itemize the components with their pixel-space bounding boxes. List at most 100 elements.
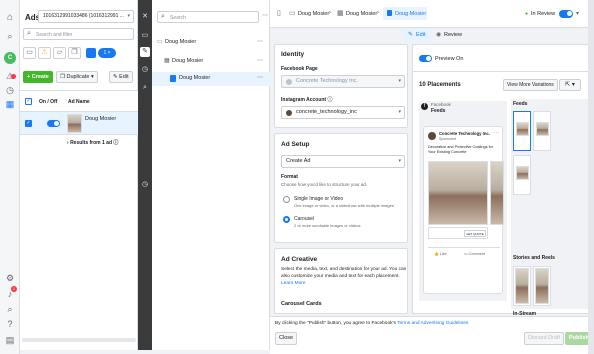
tree-item-campaign[interactable]: ▭ Doug Mosier ⋯ [152,36,270,50]
more-icon[interactable]: ⋯ [257,74,263,81]
row-ad-name[interactable]: Doug Mosier [85,116,116,122]
help-icon[interactable]: ? [4,318,16,330]
placements-stories-label: Stories and Reels [513,255,555,261]
fb-page-value: Concrete Technology Inc. [296,78,358,84]
more-icon[interactable]: ⋯ [257,38,263,45]
chevron-right-icon: › [67,140,69,146]
feed-platform: Facebook [431,102,451,107]
filter-count-badge[interactable]: 1 × [98,48,116,58]
settings-icon[interactable]: ⚙ [4,272,16,284]
results-label: Results from 1 ad [70,140,113,146]
history-icon[interactable]: ◷ [4,84,16,96]
table-row[interactable]: ✓ Doug Mosier [20,112,138,135]
placement-thumb-fb-stories[interactable] [513,266,531,306]
feed-preview-area: f Facebook Feeds Concrete Technology Inc… [419,101,507,301]
alert-badge [11,74,16,79]
page-avatar [286,79,292,85]
search-icon: ⌕ [27,30,31,37]
clock-icon[interactable]: ◷ [140,65,150,75]
breadcrumb-adset[interactable]: Doug Mosier [346,11,377,17]
instagram-account-select[interactable]: concrete_technology_inc ▾ [281,106,405,119]
feed-placement: Feeds [431,108,446,114]
tree-item-ad[interactable]: Doug Mosier ⋯ [152,72,270,86]
close-icon[interactable]: ✕ [140,12,150,22]
warning-icon[interactable]: ⚠ [38,47,51,59]
fb-page-label: Facebook Page [281,66,318,72]
breadcrumb-ad[interactable]: Doug Mosier [383,7,427,20]
tree-search-input[interactable]: ⌕ Search [157,11,259,23]
ad-creative-title: Ad Creative [281,256,318,263]
placement-thumb-marketplace[interactable] [513,155,531,195]
tab-review[interactable]: ◉ Review [433,28,465,42]
report-icon[interactable]: ▤ [4,334,16,346]
search-icon[interactable]: ⌕ [4,30,16,42]
learn-more-link[interactable]: Learn More [281,281,306,286]
ad-setup-section: Ad Setup Create Ad ▾ Format Choose how y… [274,133,408,243]
tree-search-placeholder: Search [170,15,186,21]
chevron-right-icon: › [377,10,379,16]
col-onoff: On / Off [39,99,58,105]
edit-button[interactable]: ✎ Edit [109,71,133,83]
page-avatar [428,132,436,140]
grid-icon[interactable]: ▦ [4,98,16,110]
zoom-icon[interactable]: ⌕ [140,83,150,93]
more-icon[interactable]: ⋯ [262,12,268,19]
more-icon[interactable]: ⋯ [257,57,263,64]
tree-item-adset[interactable]: ▦ Doug Mosier ⋯ [152,55,270,69]
format-carousel-title: Carousel [294,216,315,222]
tab-edit-label: Edit [416,32,426,38]
preview-toggle[interactable] [419,55,432,62]
export-preview-button[interactable]: ⇱ ▾ [559,79,581,91]
breadcrumb-campaign[interactable]: Doug Mosier [298,11,329,17]
account-select[interactable]: 1016312991033486 (1016312991 ... ▾ [38,10,134,23]
search-placeholder: Search and filter [36,32,73,38]
terms-link[interactable]: Terms and Advertising Guidelines [397,321,468,326]
post-text: Decorative and Protective Coatings for Y… [428,145,494,154]
account-avatar[interactable]: C [4,52,16,64]
panel-toggle-icon[interactable]: ▯ [277,9,281,17]
publish-notice: By clicking the "Publish" button, you ag… [275,321,468,326]
facebook-page-select[interactable]: Concrete Technology Inc. ▾ [281,75,405,88]
format-label: Format [281,174,298,180]
placement-thumb-fb-feed[interactable] [513,111,531,151]
pencil-icon[interactable]: ✎ [140,47,150,57]
status-toggle[interactable] [559,10,573,18]
ad-icon [170,75,176,82]
folder-icon[interactable]: ▭ [140,31,150,41]
tab-edit[interactable]: ✎ Edit [404,28,431,42]
ad-setup-select[interactable]: Create Ad ▾ [281,155,405,168]
chevron-down-icon: ▾ [398,158,401,164]
ad-thumbnail [67,114,82,133]
format-carousel-radio[interactable] [283,216,290,223]
window-scrollbar[interactable] [588,0,594,354]
comment-label: Comment [468,252,486,256]
create-button[interactable]: + Create [23,71,53,83]
search-icon: ⌕ [161,13,165,20]
format-single-desc: One image or video, or a slideshow with … [294,203,394,208]
view-more-variations-button[interactable]: View More Variations [503,79,558,91]
search-bottom-icon[interactable]: ⌕ [4,303,16,315]
search-input[interactable]: ⌕ Search and filter [23,28,134,40]
chevron-down-icon: ▾ [127,13,130,19]
placement-thumb-ig-stories[interactable] [533,266,551,306]
home-icon[interactable]: ⌂ [4,12,16,24]
format-single-radio[interactable] [283,196,290,203]
pencil-icon: ✎ [408,32,414,38]
horizontal-scrollbar[interactable] [22,338,136,342]
ad-level-icon[interactable] [86,48,96,58]
placement-thumb-ig-feed[interactable] [533,111,551,151]
results-row[interactable]: › Results from 1 ad ⓘ [67,139,118,146]
ad-onoff-toggle[interactable] [47,120,60,127]
discard-draft-button[interactable]: Discard Draft [524,332,565,345]
duplicate-button[interactable]: ❐ Duplicate ▾ [56,71,98,83]
history-icon[interactable]: ◷ [140,180,150,190]
chevron-down-icon[interactable]: ▾ [576,10,579,17]
close-button[interactable]: Close [275,332,298,345]
breadcrumb-ad-label: Doug Mosier [395,11,427,17]
row-checkbox[interactable]: ✓ [25,120,32,127]
copy-icon[interactable]: ❐ [68,47,81,59]
placements-feeds-label: Feeds [513,101,528,107]
collapse-icon[interactable]: ▭ [23,47,36,59]
select-all-checkbox[interactable]: ✓ [25,98,32,105]
folder-icon[interactable]: ▱ [53,47,66,59]
